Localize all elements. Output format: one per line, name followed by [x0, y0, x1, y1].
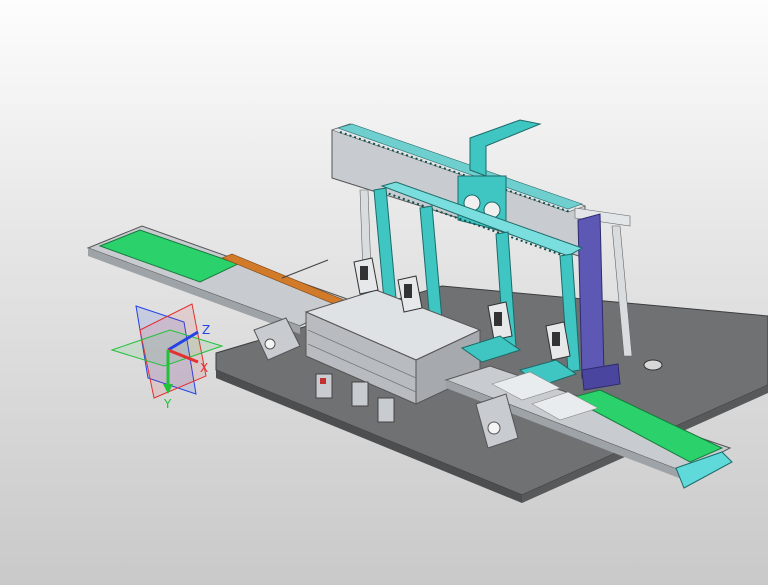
- motor-block[interactable]: [577, 213, 605, 379]
- right-bearing-hole: [487, 421, 501, 435]
- cad-assembly-model[interactable]: Z X Y: [0, 0, 768, 585]
- left-bearing-hole: [264, 338, 276, 350]
- fixture-foot-1: [315, 373, 333, 399]
- mounting-bracket[interactable]: [469, 119, 542, 177]
- plate-hole: [643, 359, 663, 371]
- fixture-foot-red: [320, 378, 326, 384]
- fixture-foot-2: [351, 381, 369, 407]
- axis-y-label: Y: [163, 397, 172, 411]
- coordinate-triad[interactable]: Z X Y: [110, 303, 224, 411]
- cyan-column-1[interactable]: [373, 187, 397, 301]
- axis-x-label: X: [200, 361, 208, 375]
- fixture-foot-3: [377, 397, 395, 423]
- 3d-viewport[interactable]: Z X Y: [0, 0, 768, 585]
- axis-z-label: Z: [202, 323, 210, 337]
- guide-rod: [281, 259, 329, 279]
